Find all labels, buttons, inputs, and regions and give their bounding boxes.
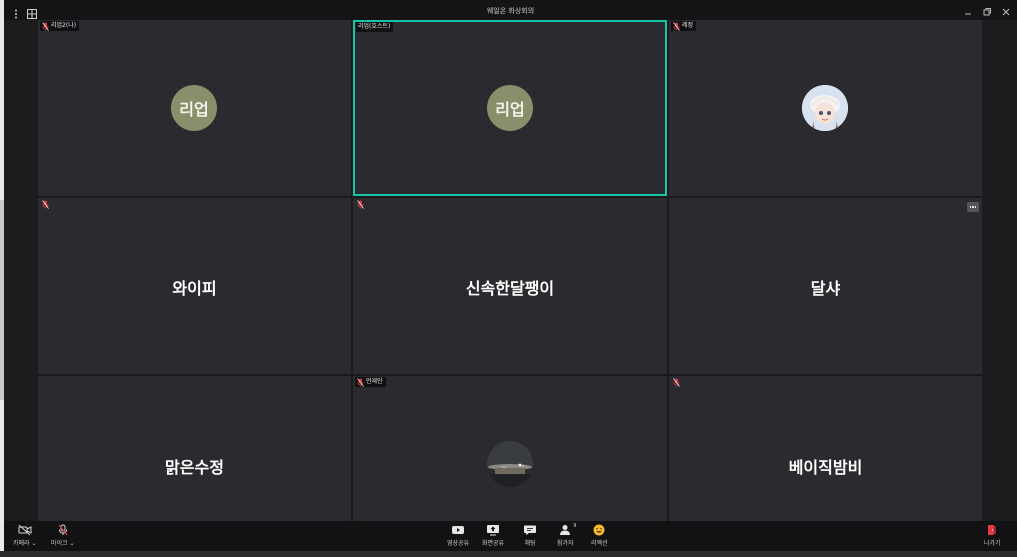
mic-off-icon (42, 21, 49, 31)
video-share-label: 영상공유 (447, 540, 470, 547)
participant-name-tag: 언재인 (366, 378, 383, 385)
participant-label: 레정 (671, 21, 697, 31)
meeting-toolbar: 카메라 ⌄ 마이크 ⌄ 영상공유 화면공유 채팅 9 참가자 리액션 나가기 (4, 521, 1017, 551)
title-bar: 웨일온 화상회의 (4, 0, 1017, 22)
participants-button[interactable]: 9 참가자 (557, 523, 577, 547)
grid-padding-right (983, 20, 1017, 521)
participant-name-tag: 리업2(나) (51, 22, 77, 29)
participant-display-name: 달샤 (810, 279, 841, 298)
chevron-down-icon[interactable]: ⌄ (69, 540, 74, 547)
window-title: 웨일온 화상회의 (486, 7, 535, 15)
minimize-icon[interactable] (961, 4, 975, 18)
leave-button[interactable]: 나가기 (984, 524, 1001, 547)
screen-share-label: 화면공유 (482, 540, 505, 547)
mic-label: 마이크 (51, 540, 68, 547)
avatar: 리업 (171, 85, 217, 131)
profile-photo (802, 85, 848, 131)
person-icon (560, 525, 571, 535)
participant-label: 리업(호스트) (356, 22, 394, 32)
mic-off-icon (673, 377, 680, 387)
taskbar-strip (0, 551, 1017, 557)
close-icon[interactable] (999, 4, 1013, 18)
participant-tile[interactable]: 언재인 (353, 376, 667, 521)
mic-off-icon (357, 199, 364, 209)
participant-tile[interactable]: 와이피 (38, 198, 351, 374)
mic-button[interactable]: 마이크 ⌄ (51, 524, 75, 547)
mic-off-icon (58, 524, 68, 536)
participant-tile[interactable]: 달샤 (669, 198, 982, 374)
participant-label (671, 377, 683, 387)
participant-tile-active-speaker[interactable]: 리업(호스트) 리업 (353, 20, 667, 196)
participant-display-name: 베이직밤비 (788, 458, 863, 477)
chevron-down-icon[interactable]: ⌄ (31, 540, 36, 547)
more-options-button[interactable] (967, 202, 979, 212)
chat-label: 채팅 (524, 540, 536, 547)
participant-label (355, 199, 367, 209)
participants-count: 9 (573, 523, 577, 529)
participant-label: 리업2(나) (40, 21, 80, 31)
video-share-button[interactable]: 영상공유 (447, 524, 469, 547)
participant-display-name: 맑은수정 (165, 458, 224, 477)
chat-button[interactable]: 채팅 (523, 524, 537, 547)
avatar: 리업 (487, 85, 533, 131)
reaction-button[interactable]: 리액션 (591, 524, 608, 547)
exit-door-icon (988, 525, 997, 535)
restore-icon[interactable] (980, 4, 994, 18)
participant-name-tag: 레정 (682, 22, 694, 29)
grid-padding-left (4, 20, 38, 521)
emoji-icon (593, 524, 605, 536)
participant-label (40, 199, 52, 209)
participant-tile[interactable]: 신속한달팽이 (353, 198, 667, 374)
camera-off-icon (18, 524, 32, 536)
participant-label: 언재인 (355, 377, 386, 387)
mic-off-icon (357, 377, 364, 387)
mic-off-icon (42, 199, 49, 209)
leave-label: 나가기 (984, 540, 1001, 547)
chat-icon (524, 525, 536, 535)
screen-share-icon (487, 525, 500, 536)
mic-off-icon (673, 21, 680, 31)
participant-tile[interactable]: 레정 (669, 20, 982, 196)
reaction-label: 리액션 (591, 540, 608, 547)
screen-share-button[interactable]: 화면공유 (482, 524, 504, 547)
participant-tile[interactable]: 베이직밤비 (669, 376, 982, 521)
profile-photo (487, 441, 533, 487)
camera-button[interactable]: 카메라 ⌄ (13, 524, 37, 547)
participant-display-name: 와이피 (172, 279, 217, 298)
participants-label: 참가자 (557, 540, 574, 547)
participant-tile[interactable]: 맑은수정 (38, 376, 351, 521)
video-share-icon (452, 526, 465, 534)
participant-name-tag: 리업(호스트) (358, 23, 391, 30)
camera-label: 카메라 (13, 540, 30, 547)
participant-tile[interactable]: 리업2(나) 리업 (38, 20, 351, 196)
participant-display-name: 신속한달팽이 (465, 279, 555, 298)
